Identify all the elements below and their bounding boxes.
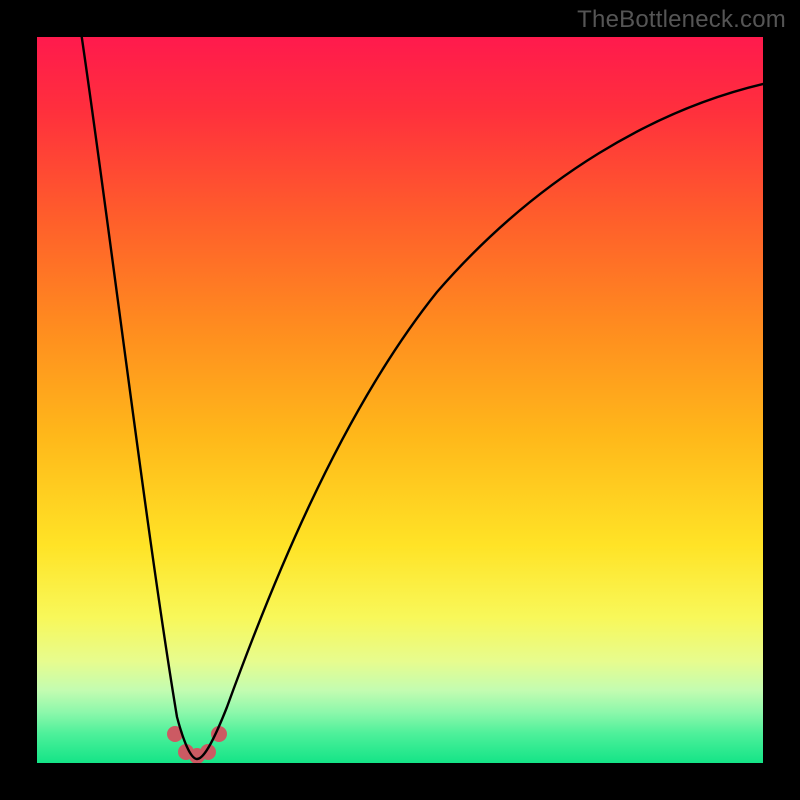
- watermark-text: TheBottleneck.com: [577, 6, 786, 34]
- curve-layer: [37, 37, 763, 763]
- valley-markers: [167, 726, 227, 763]
- plot-area: [37, 37, 763, 763]
- bottleneck-curve: [81, 37, 763, 759]
- chart-frame: TheBottleneck.com: [0, 0, 800, 800]
